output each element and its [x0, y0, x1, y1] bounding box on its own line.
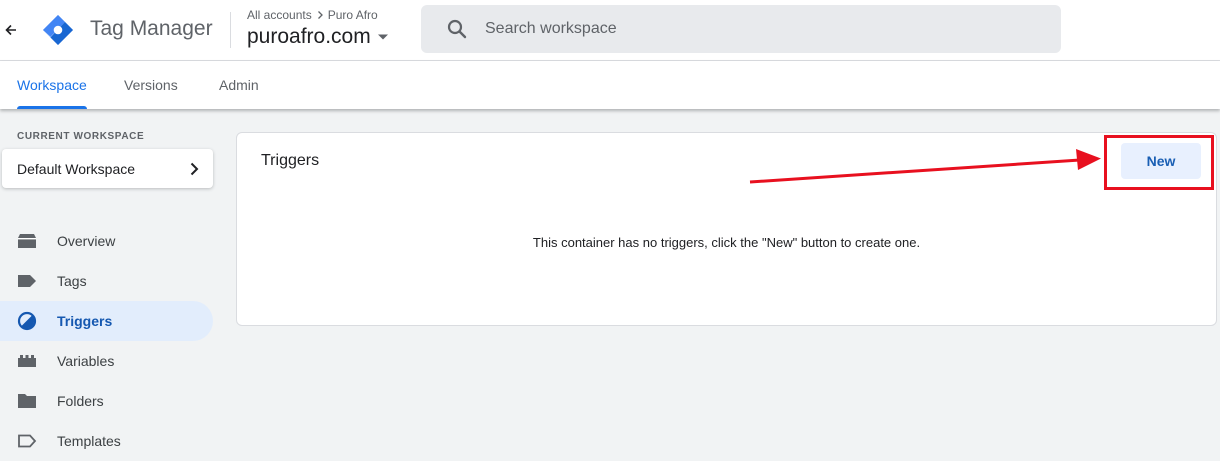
template-icon: [17, 431, 37, 451]
triggers-panel: Triggers New This container has no trigg…: [236, 132, 1217, 326]
search-input[interactable]: [485, 20, 1025, 38]
breadcrumb-all-accounts[interactable]: All accounts: [247, 8, 312, 22]
chevron-right-icon: [190, 162, 199, 175]
breadcrumb: All accounts Puro Afro: [247, 8, 378, 22]
folder-icon: [17, 391, 37, 411]
sidebar-item-overview[interactable]: Overview: [0, 221, 213, 261]
tab-bar: Workspace Versions Admin: [0, 61, 1220, 109]
tab-admin[interactable]: Admin: [219, 61, 259, 109]
container-selector[interactable]: puroafro.com: [247, 25, 389, 49]
sidebar-item-label: Tags: [57, 273, 87, 289]
workspace-name: Default Workspace: [17, 160, 136, 177]
back-button[interactable]: [0, 14, 22, 46]
empty-state-message: This container has no triggers, click th…: [532, 235, 921, 250]
sidebar-item-label: Templates: [57, 433, 121, 449]
sidebar-item-variables[interactable]: Variables: [0, 341, 213, 381]
sidebar-item-label: Variables: [57, 353, 115, 369]
variables-icon: [17, 351, 37, 371]
dropdown-arrow-icon: [377, 34, 388, 40]
container-name: puroafro.com: [247, 25, 371, 48]
sidebar-item-tags[interactable]: Tags: [0, 261, 213, 301]
back-arrow-icon: [5, 24, 16, 36]
header-divider: [230, 12, 231, 48]
search-bar[interactable]: [421, 5, 1061, 53]
tab-versions[interactable]: Versions: [124, 61, 178, 109]
tag-icon: [17, 271, 37, 291]
panel-title: Triggers: [261, 152, 320, 169]
trigger-icon: [17, 311, 37, 331]
sidebar-item-folders[interactable]: Folders: [0, 381, 213, 421]
search-icon: [447, 19, 467, 39]
breadcrumb-account[interactable]: Puro Afro: [328, 8, 378, 22]
current-workspace-label: CURRENT WORKSPACE: [17, 131, 145, 142]
tab-workspace[interactable]: Workspace: [17, 61, 87, 109]
sidebar-item-triggers[interactable]: Triggers: [0, 301, 213, 341]
sidebar-item-label: Folders: [57, 393, 104, 409]
sidebar-item-label: Triggers: [57, 313, 113, 329]
chevron-right-icon: [317, 11, 323, 19]
workspace-selector[interactable]: Default Workspace: [2, 149, 213, 188]
app-title: Tag Manager: [90, 17, 213, 40]
sidebar-item-label: Overview: [57, 233, 116, 249]
top-bar: Tag Manager All accounts Puro Afro puroa…: [0, 0, 1220, 61]
overview-icon: [17, 231, 37, 251]
new-trigger-button[interactable]: New: [1121, 143, 1201, 179]
sidebar-item-templates[interactable]: Templates: [0, 421, 213, 461]
tag-manager-logo: [43, 15, 73, 45]
